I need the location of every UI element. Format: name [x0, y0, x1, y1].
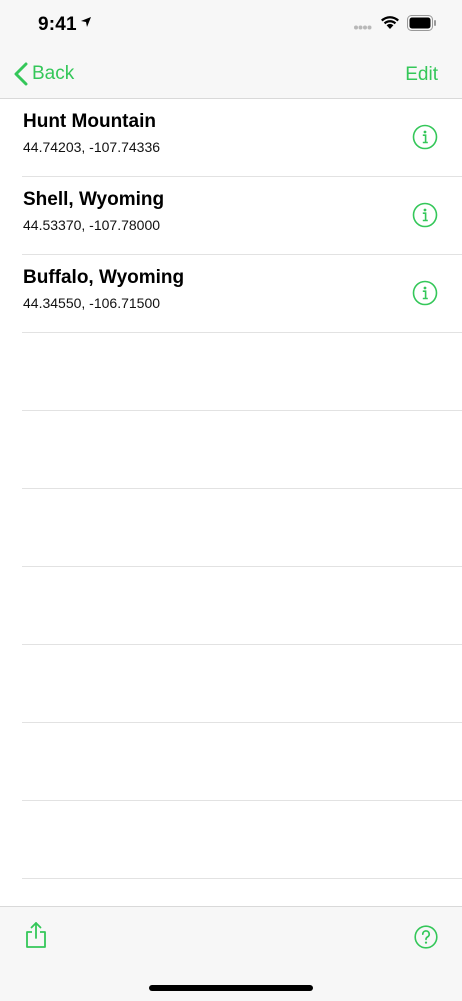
info-circle-icon[interactable]: [412, 202, 438, 228]
navigation-bar: Back Edit: [0, 50, 462, 99]
edit-button[interactable]: Edit: [405, 64, 438, 86]
list-item[interactable]: Shell, Wyoming 44.53370, -107.78000: [22, 177, 462, 255]
question-circle-icon[interactable]: [414, 925, 438, 949]
empty-row: [22, 645, 462, 723]
empty-row: [22, 801, 462, 879]
wifi-icon: [381, 16, 399, 29]
info-circle-icon[interactable]: [412, 280, 438, 306]
status-time: 9:41: [38, 14, 77, 35]
back-button[interactable]: Back: [14, 58, 74, 90]
location-name: Buffalo, Wyoming: [23, 267, 185, 288]
share-icon[interactable]: [24, 921, 48, 949]
back-label: Back: [32, 63, 75, 84]
battery-icon: [407, 15, 436, 31]
info-circle-icon[interactable]: [412, 124, 438, 150]
list-item[interactable]: Buffalo, Wyoming 44.34550, -106.71500: [22, 255, 462, 333]
home-indicator[interactable]: [149, 985, 313, 991]
empty-row: [22, 489, 462, 567]
location-coords: 44.34550, -106.71500: [23, 295, 161, 311]
status-bar: 9:41: [0, 0, 462, 50]
list-item[interactable]: Hunt Mountain 44.74203, -107.74336: [22, 99, 462, 177]
signal-icon: [354, 25, 372, 30]
empty-row: [22, 333, 462, 411]
location-coords: 44.53370, -107.78000: [23, 217, 161, 233]
location-list: Hunt Mountain 44.74203, -107.74336 Shell…: [0, 99, 462, 879]
location-coords: 44.74203, -107.74336: [23, 139, 161, 155]
location-name: Hunt Mountain: [23, 111, 156, 132]
location-name: Shell, Wyoming: [23, 189, 165, 210]
location-arrow-icon: [81, 17, 91, 27]
chevron-left-icon: [14, 62, 28, 86]
empty-row: [22, 723, 462, 801]
empty-row: [22, 567, 462, 645]
empty-row: [22, 411, 462, 489]
